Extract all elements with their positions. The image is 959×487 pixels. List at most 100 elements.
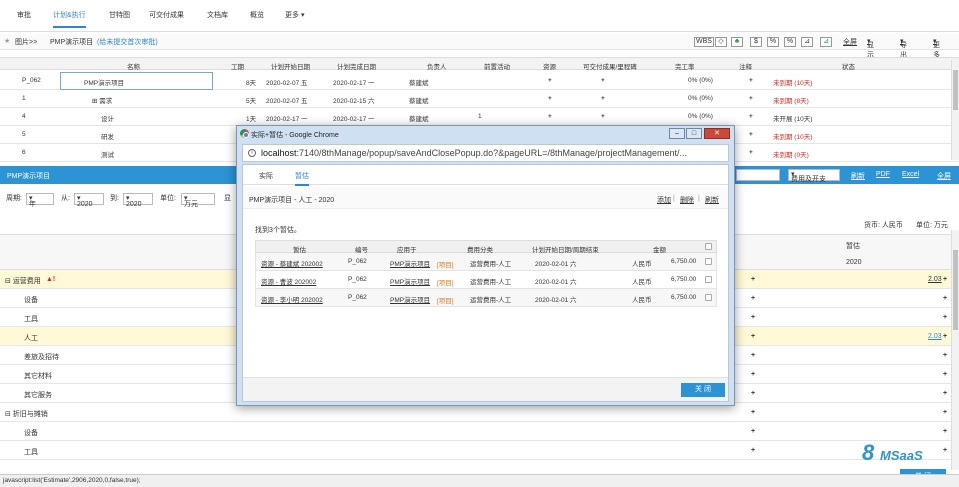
add-resource-icon[interactable]: + xyxy=(548,95,552,102)
show-menu[interactable]: 显示 ▾ xyxy=(867,37,874,59)
info-icon[interactable]: i xyxy=(248,149,256,157)
col-end[interactable]: 计划完成日期 xyxy=(337,61,376,71)
add-cost-icon[interactable]: + xyxy=(751,333,755,340)
dollar-icon[interactable]: $ xyxy=(750,37,762,47)
col-deliverables[interactable]: 可交付成果/里程碑 xyxy=(583,61,637,71)
address-bar[interactable]: i localhost:7140/8thManage/popup/saveAnd… xyxy=(242,144,729,162)
popup-titlebar[interactable]: 实际+暂估 - Google Chrome – □ ✕ xyxy=(237,126,734,142)
tab-deliverables[interactable]: 可交付成果 xyxy=(149,10,184,20)
panel-right-select[interactable] xyxy=(736,169,780,181)
cost-value-link[interactable]: 2.03 xyxy=(928,276,942,283)
col-completion[interactable]: 完工率 xyxy=(675,61,695,71)
period-select[interactable]: 年 ▾ xyxy=(26,193,54,208)
add-note-icon[interactable]: + xyxy=(749,95,753,102)
tab-actual[interactable]: 实际 xyxy=(259,171,273,181)
more-menu[interactable]: 更多 ▾ xyxy=(933,37,940,59)
cost-row[interactable]: 设备 + + xyxy=(0,422,959,441)
apply-to-link[interactable]: PMP演示项目 xyxy=(390,258,430,268)
chart-green-icon[interactable]: ⊿ xyxy=(820,37,832,47)
estimate-row[interactable]: 资源 - 蔡建斌 202002 P_062 PMP演示项目 [项目] 运营费用-人工 20… xyxy=(255,253,717,271)
add-resource-icon[interactable]: + xyxy=(548,113,552,120)
tab-plan-execute[interactable]: 计划&执行 xyxy=(53,10,86,28)
row-name[interactable]: PMP演示项目 xyxy=(84,77,124,87)
col-duration[interactable]: 工期 xyxy=(231,61,244,71)
estimate-row[interactable]: 资源 - 曹波 202002 P_062 PMP演示项目 [项目] 运营费用-人工 202… xyxy=(255,271,717,289)
pdf-link[interactable]: PDF xyxy=(876,171,890,178)
fullscreen-lower-link[interactable]: 全屏 xyxy=(937,171,951,181)
unit-select[interactable]: 万元 ▾ xyxy=(181,193,215,208)
add-estimate-icon[interactable]: + xyxy=(943,276,947,283)
refresh-link[interactable]: 刷新 xyxy=(851,171,865,181)
add-note-icon[interactable]: + xyxy=(749,149,753,156)
close-window-icon[interactable]: ✕ xyxy=(704,128,730,139)
add-cost-icon[interactable]: + xyxy=(751,447,755,454)
star-icon[interactable]: ★ xyxy=(4,37,10,45)
lower-scrollbar[interactable] xyxy=(951,230,959,470)
add-cost-icon[interactable]: + xyxy=(751,409,755,416)
add-estimate-icon[interactable]: + xyxy=(943,390,947,397)
add-cost-icon[interactable]: + xyxy=(751,371,755,378)
add-estimate-icon[interactable]: + xyxy=(943,352,947,359)
delete-link[interactable]: 删除 xyxy=(680,195,694,205)
cost-row[interactable]: 工具 + + xyxy=(0,441,959,460)
percent-progress-icon[interactable]: % xyxy=(784,37,796,47)
add-note-icon[interactable]: + xyxy=(749,131,753,138)
tab-gantt[interactable]: 甘特图 xyxy=(109,10,130,20)
add-link[interactable]: 添加 xyxy=(657,195,671,205)
add-cost-icon[interactable]: + xyxy=(751,276,755,283)
milestone-icon[interactable]: ◇ xyxy=(715,37,727,47)
estimate-row[interactable]: 资源 - 李小明 202002 P_062 PMP演示项目 [项目] 运营费用-人工 20… xyxy=(255,289,717,307)
apply-to-link[interactable]: PMP演示项目 xyxy=(390,276,430,286)
from-select[interactable]: 2020 ▾ xyxy=(74,193,104,208)
estimate-name-link[interactable]: 资源 - 李小明 202002 xyxy=(261,294,323,304)
tab-documents[interactable]: 文档库 xyxy=(207,10,228,20)
estimate-name-link[interactable]: 资源 - 蔡建斌 202002 xyxy=(261,258,323,268)
upper-scrollbar[interactable] xyxy=(951,60,959,160)
col-owner[interactable]: 负责人 xyxy=(427,61,447,71)
col-predecessor[interactable]: 前置活动 xyxy=(484,61,510,71)
add-note-icon[interactable]: + xyxy=(749,77,753,84)
add-estimate-icon[interactable]: + xyxy=(943,371,947,378)
table-row[interactable]: 1 ⊞ 需求 5天 2020-02-07 五 2020-02-15 六 蔡建斌 + +0% (… xyxy=(0,90,959,108)
select-all-checkbox[interactable] xyxy=(705,243,712,250)
row-checkbox[interactable] xyxy=(705,258,712,265)
to-select[interactable]: 2020 ▾ xyxy=(123,193,153,208)
add-estimate-icon[interactable]: + xyxy=(943,295,947,302)
add-cost-icon[interactable]: + xyxy=(751,314,755,321)
row-name[interactable]: ⊞ 需求 xyxy=(92,95,112,105)
popup-url[interactable]: localhost:7140/8thManage/popup/saveAndCl… xyxy=(261,148,687,158)
estimate-name-link[interactable]: 资源 - 曹波 202002 xyxy=(261,276,316,286)
refresh-popup-link[interactable]: 刷新 xyxy=(705,195,719,205)
cost-value-link[interactable]: 2.03 xyxy=(928,333,942,340)
col-status[interactable]: 状态 xyxy=(842,61,855,71)
chart-icon[interactable]: ⊿ xyxy=(801,37,813,47)
breadcrumb-images[interactable]: 图片>> xyxy=(15,37,37,47)
minimize-icon[interactable]: – xyxy=(669,128,685,139)
cost-type-select[interactable]: 费用及开支 ▾ xyxy=(788,169,840,183)
fullscreen-link[interactable]: 全屏 xyxy=(843,37,857,47)
tab-more[interactable]: 更多 ▾ xyxy=(285,10,304,20)
popup-close-button[interactable]: 关 闭 xyxy=(681,383,725,397)
upper-scroll-thumb[interactable] xyxy=(953,70,958,110)
add-estimate-icon[interactable]: + xyxy=(943,409,947,416)
col-resource[interactable]: 资源 xyxy=(543,61,556,71)
row-name[interactable]: 测试 xyxy=(101,149,114,159)
tab-approval[interactable]: 审批 xyxy=(17,10,31,20)
percent-icon[interactable]: % xyxy=(767,37,779,47)
col-start[interactable]: 计划开始日期 xyxy=(271,61,310,71)
wbs-button[interactable]: WBS xyxy=(694,37,714,47)
add-cost-icon[interactable]: + xyxy=(751,352,755,359)
tab-overview[interactable]: 概览 xyxy=(250,10,264,20)
table-row[interactable]: P_062 PMP演示项目 8天 2020-02-07 五 2020-02-17 一 蔡建… xyxy=(0,72,959,90)
approval-note[interactable]: (给未提交首次审批) xyxy=(97,37,158,47)
add-deliverable-icon[interactable]: + xyxy=(601,95,605,102)
add-resource-icon[interactable]: + xyxy=(548,77,552,84)
row-checkbox[interactable] xyxy=(705,276,712,283)
add-cost-icon[interactable]: + xyxy=(751,295,755,302)
add-estimate-icon[interactable]: + xyxy=(943,428,947,435)
export-menu[interactable]: 导出 ▾ xyxy=(900,37,907,59)
col-note[interactable]: 注释 xyxy=(739,61,752,71)
add-note-icon[interactable]: + xyxy=(749,113,753,120)
add-estimate-icon[interactable]: + xyxy=(943,333,947,340)
maximize-icon[interactable]: □ xyxy=(686,128,702,139)
